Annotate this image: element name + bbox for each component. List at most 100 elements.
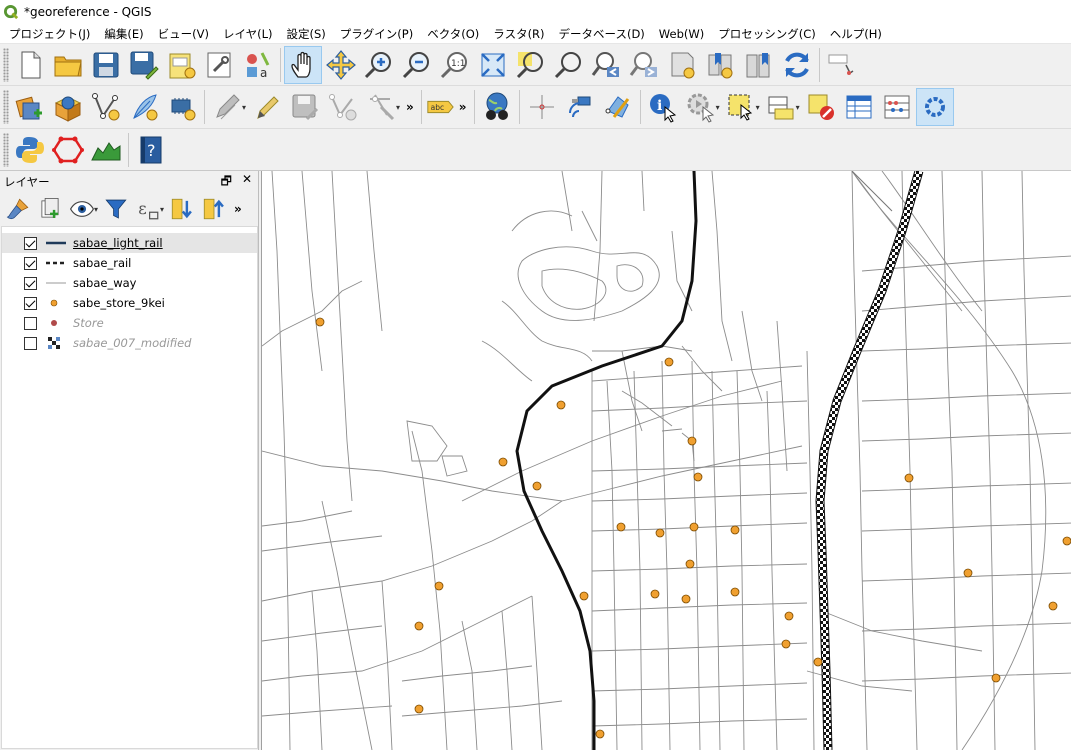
layer-visibility-checkbox[interactable] <box>24 276 37 290</box>
new-geopackage-layer-button[interactable] <box>49 88 87 126</box>
store-point[interactable] <box>532 481 542 491</box>
menu-settings[interactable]: 設定(S) <box>280 26 333 42</box>
new-bookmark-button[interactable] <box>702 46 740 84</box>
store-point[interactable] <box>650 589 660 599</box>
new-temporary-layer-button[interactable] <box>125 88 163 126</box>
store-point[interactable] <box>963 568 973 578</box>
panel-toolbar-overflow-button[interactable]: » <box>230 202 246 216</box>
store-point[interactable] <box>556 400 566 410</box>
field-calculator-button[interactable] <box>878 88 916 126</box>
store-point[interactable] <box>781 639 791 649</box>
identify-features-button[interactable]: i <box>644 88 682 126</box>
store-point[interactable] <box>579 591 589 601</box>
layer-item-sabe-store-9kei[interactable]: sabe_store_9kei <box>2 293 257 313</box>
store-point[interactable] <box>904 473 914 483</box>
store-point[interactable] <box>498 457 508 467</box>
current-edits-button[interactable] <box>208 88 246 126</box>
save-layer-edits-button[interactable] <box>286 88 324 126</box>
toolbar-grip[interactable] <box>3 132 9 167</box>
layer-visibility-checkbox[interactable] <box>24 336 37 350</box>
store-point[interactable] <box>1062 536 1071 546</box>
refresh-button[interactable] <box>778 46 816 84</box>
polygon-plugin-button[interactable] <box>49 131 87 169</box>
select-features-button[interactable] <box>722 88 760 126</box>
toolbar-grip[interactable] <box>3 90 9 124</box>
gps-tools-button[interactable] <box>561 88 599 126</box>
store-point[interactable] <box>434 581 444 591</box>
vertex-tool-button[interactable] <box>362 88 400 126</box>
shape-digitizing-button[interactable] <box>599 88 637 126</box>
menu-web[interactable]: Web(W) <box>652 27 711 41</box>
georeferencer-button[interactable] <box>523 88 561 126</box>
store-point[interactable] <box>414 621 424 631</box>
layer-item-sabae-007-modified[interactable]: sabae_007_modified <box>2 333 257 353</box>
zoom-out-button[interactable] <box>398 46 436 84</box>
temporal-controller-button[interactable] <box>823 46 861 84</box>
layer-item-sabae-light-rail[interactable]: sabae_light_rail <box>2 233 257 253</box>
toolbar-grip[interactable] <box>3 47 9 82</box>
menu-edit[interactable]: 編集(E) <box>97 26 150 42</box>
menu-vector[interactable]: ベクタ(O) <box>420 26 486 42</box>
pan-to-selection-button[interactable] <box>322 46 360 84</box>
store-point[interactable] <box>315 317 325 327</box>
store-point[interactable] <box>687 436 697 446</box>
dropdown-arrow-icon[interactable]: ▾ <box>94 205 98 214</box>
store-point[interactable] <box>991 673 1001 683</box>
store-point[interactable] <box>414 704 424 714</box>
web-plugin-button[interactable] <box>478 88 516 126</box>
dropdown-arrow-icon[interactable]: ▾ <box>160 205 164 214</box>
map-canvas[interactable] <box>261 171 1071 750</box>
store-point[interactable] <box>681 594 691 604</box>
expand-all-button[interactable] <box>166 194 198 224</box>
save-project-button[interactable] <box>87 46 125 84</box>
collapse-all-button[interactable] <box>198 194 230 224</box>
zoom-next-button[interactable] <box>626 46 664 84</box>
store-point[interactable] <box>693 472 703 482</box>
menu-processing[interactable]: プロセッシング(C) <box>711 26 823 42</box>
store-point[interactable] <box>730 525 740 535</box>
store-point[interactable] <box>595 729 605 739</box>
store-point[interactable] <box>784 611 794 621</box>
layout-manager-button[interactable] <box>201 46 239 84</box>
filter-legend-button[interactable] <box>100 194 132 224</box>
menu-view[interactable]: ビュー(V) <box>151 26 216 42</box>
new-vector-layer-button[interactable] <box>87 88 125 126</box>
store-point[interactable] <box>664 357 674 367</box>
close-panel-button[interactable]: ✕ <box>242 172 252 193</box>
open-layer-styling-button[interactable] <box>2 194 34 224</box>
layer-visibility-checkbox[interactable] <box>24 236 37 250</box>
store-point[interactable] <box>1048 601 1058 611</box>
processing-toolbox-button[interactable] <box>915 88 954 126</box>
add-group-button[interactable] <box>34 194 66 224</box>
open-attribute-table-button[interactable] <box>840 88 878 126</box>
new-print-layout-button[interactable] <box>163 46 201 84</box>
store-point[interactable] <box>616 522 626 532</box>
store-point[interactable] <box>813 657 823 667</box>
show-bookmarks-button[interactable] <box>740 46 778 84</box>
layer-visibility-checkbox[interactable] <box>24 296 37 310</box>
layer-item-store[interactable]: Store <box>2 313 257 333</box>
store-point[interactable] <box>685 559 695 569</box>
open-project-button[interactable] <box>49 46 87 84</box>
menu-layer[interactable]: レイヤ(L) <box>216 26 280 42</box>
run-feature-action-button[interactable] <box>682 88 720 126</box>
zoom-full-button[interactable] <box>474 46 512 84</box>
layer-visibility-checkbox[interactable] <box>24 316 37 330</box>
pan-map-button[interactable] <box>284 45 322 84</box>
store-point[interactable] <box>689 522 699 532</box>
menu-plugins[interactable]: プラグイン(P) <box>333 26 420 42</box>
undock-panel-button[interactable]: 🗗 <box>221 172 232 193</box>
new-map-view-button[interactable] <box>664 46 702 84</box>
profile-tool-button[interactable] <box>87 131 125 169</box>
menu-project[interactable]: プロジェクト(J) <box>2 26 97 42</box>
store-point[interactable] <box>655 528 665 538</box>
new-project-button[interactable] <box>11 46 49 84</box>
add-line-feature-button[interactable] <box>324 88 362 126</box>
zoom-to-layer-button[interactable] <box>550 46 588 84</box>
menu-database[interactable]: データベース(D) <box>552 26 652 42</box>
store-point[interactable] <box>730 587 740 597</box>
toolbar-overflow-button[interactable]: » <box>455 100 471 114</box>
python-console-button[interactable] <box>11 131 49 169</box>
toolbar-overflow-button[interactable]: » <box>402 100 418 114</box>
deselect-all-button[interactable] <box>802 88 840 126</box>
